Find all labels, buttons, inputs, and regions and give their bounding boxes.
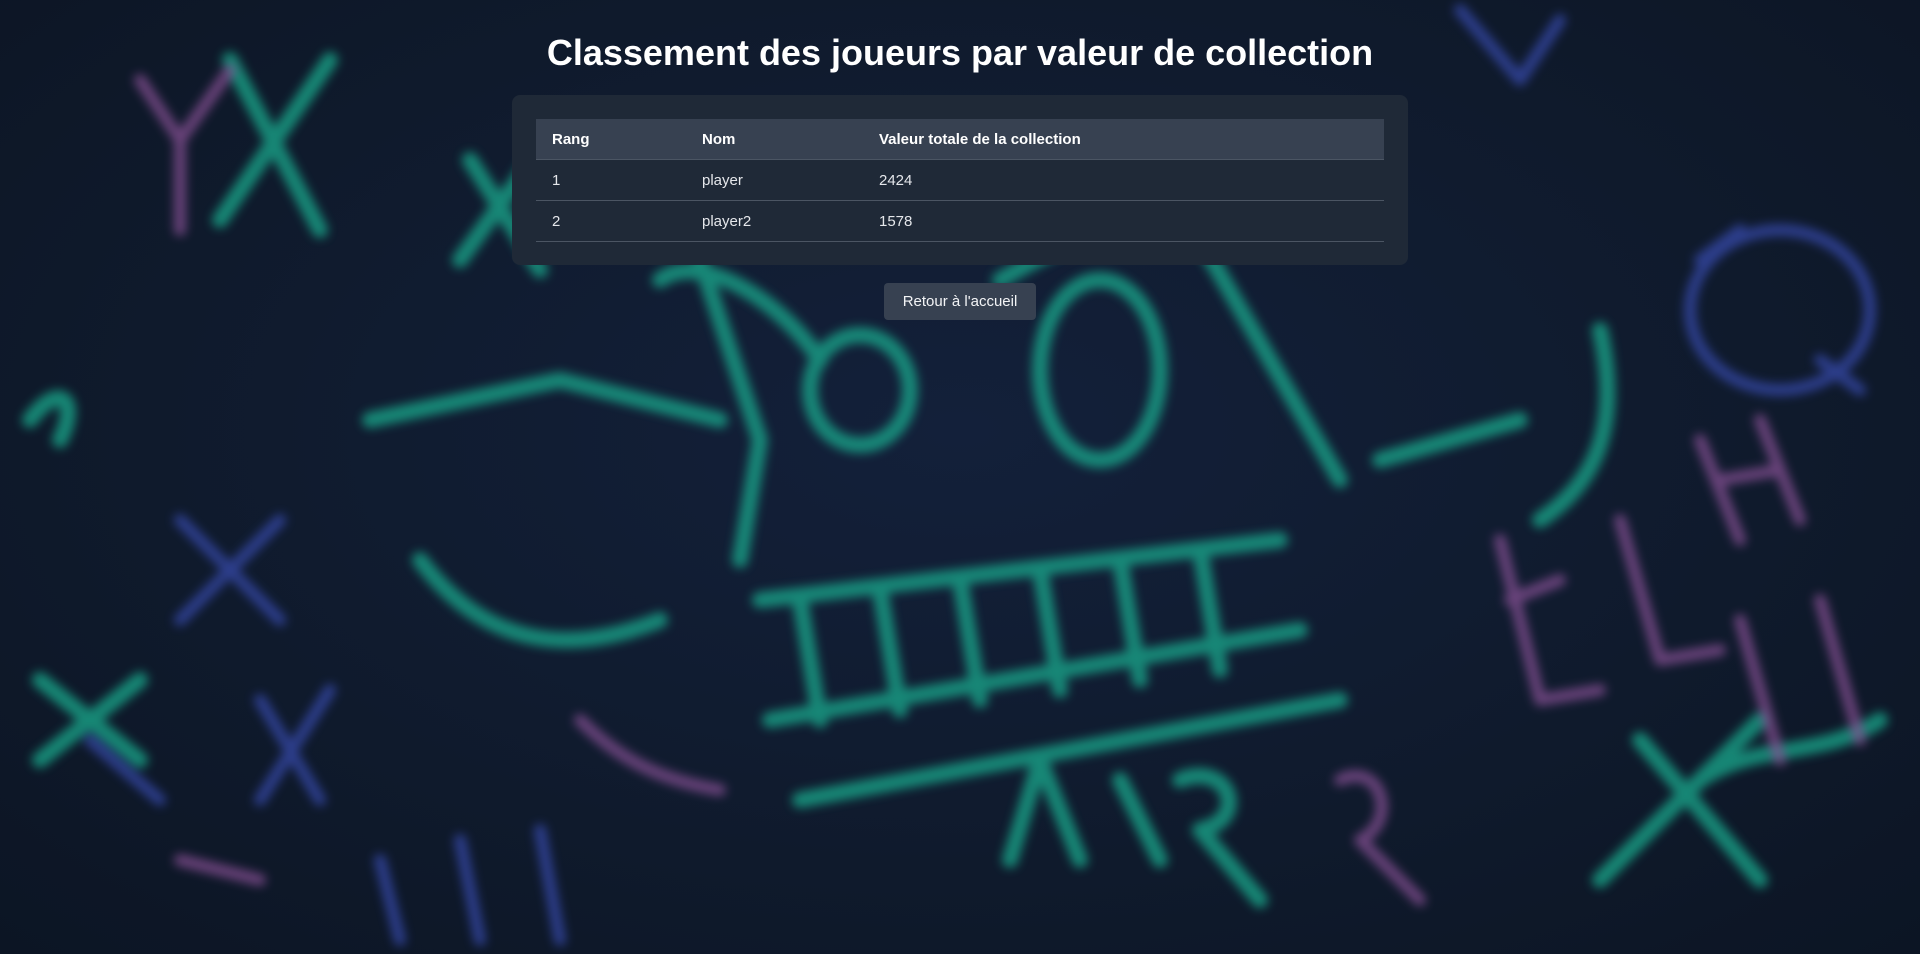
leaderboard-card: Rang Nom Valeur totale de la collection … [512, 95, 1408, 265]
page-title: Classement des joueurs par valeur de col… [546, 32, 1374, 73]
table-row: 2 player2 1578 [536, 200, 1384, 242]
leaderboard-table: Rang Nom Valeur totale de la collection … [536, 119, 1384, 242]
table-header-row: Rang Nom Valeur totale de la collection [536, 119, 1384, 160]
collection-value-cell: 1578 [863, 200, 1384, 242]
player-name-cell: player2 [686, 200, 863, 242]
page: Classement des joueurs par valeur de col… [0, 0, 1920, 954]
player-name-cell: player [686, 159, 863, 201]
column-header-rank: Rang [536, 119, 686, 160]
table-row: 1 player 2424 [536, 159, 1384, 201]
rank-cell: 2 [536, 200, 686, 242]
main-content: Classement des joueurs par valeur de col… [0, 0, 1920, 954]
column-header-name: Nom [686, 119, 863, 160]
rank-cell: 1 [536, 159, 686, 201]
collection-value-cell: 2424 [863, 159, 1384, 201]
back-to-home-button[interactable]: Retour à l'accueil [884, 283, 1036, 320]
column-header-collection-value: Valeur totale de la collection [863, 119, 1384, 160]
